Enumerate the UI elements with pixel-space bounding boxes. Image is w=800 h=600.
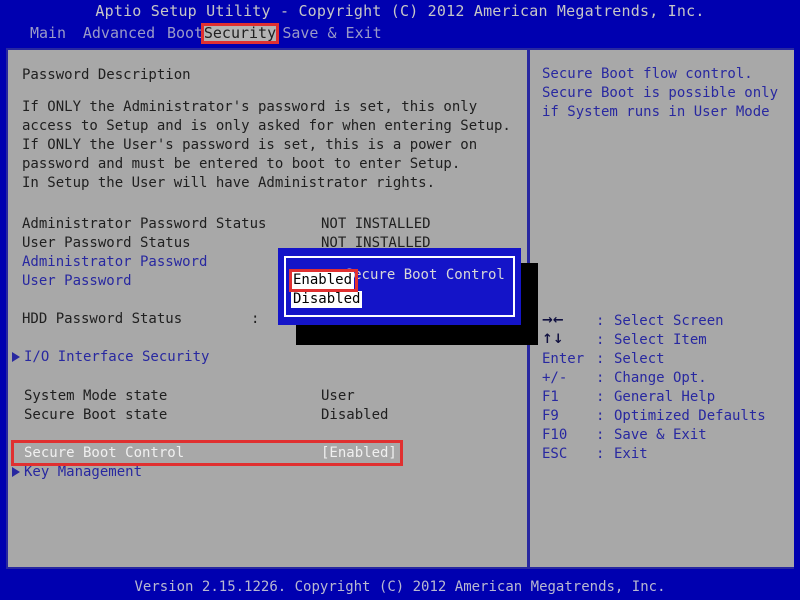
legend-desc-select: Select [614, 351, 665, 367]
legend-colon-1: : [596, 332, 605, 348]
description-line-1: If ONLY the Administrator's password is … [22, 99, 478, 115]
row-label-hdd-password-status: HDD Password Status [22, 311, 183, 327]
menu-item-advanced[interactable]: Advanced [79, 23, 159, 43]
bios-setup-screen: Aptio Setup Utility - Copyright (C) 2012… [0, 0, 800, 600]
secure-boot-control-popup: Secure Boot Control Enabled Disabled [278, 248, 521, 325]
description-line-3: If ONLY the User's password is set, this… [22, 137, 478, 153]
popup-option-disabled[interactable]: Disabled [291, 291, 363, 308]
legend-desc-general-help: General Help [614, 389, 716, 405]
section-title: Password Description [22, 67, 191, 83]
legend-key-f10: F10 [542, 427, 568, 443]
popup-title: Secure Boot Control [338, 267, 511, 283]
row-label-admin-password-status: Administrator Password Status [22, 216, 267, 232]
row-label-secure-boot-control[interactable]: Secure Boot Control [24, 444, 184, 462]
help-text-line-1: Secure Boot flow control. [542, 66, 753, 82]
description-line-4: password and must be entered to boot to … [22, 156, 461, 172]
legend-key-f9: F9 [542, 408, 559, 424]
legend-colon-4: : [596, 389, 605, 405]
legend-desc-change-opt: Change Opt. [614, 370, 707, 386]
triangle-right-icon-key-management [12, 467, 20, 477]
legend-desc-select-item: Select Item [614, 332, 707, 348]
menu-item-boot[interactable]: Boot [165, 23, 205, 43]
popup-option-enabled[interactable]: Enabled [291, 272, 355, 289]
legend-desc-select-screen: Select Screen [614, 313, 724, 329]
description-line-5: In Setup the User will have Administrato… [22, 175, 436, 191]
legend-key-plus-minus: +/- [542, 370, 568, 386]
row-value-system-mode-state: User [321, 388, 355, 404]
help-text-line-3: if System runs in User Mode [542, 104, 770, 120]
row-label-user-password-status: User Password Status [22, 235, 191, 251]
legend-key-esc: ESC [542, 446, 568, 462]
row-value-secure-boot-control[interactable]: [Enabled] [321, 444, 397, 462]
app-title: Aptio Setup Utility - Copyright (C) 2012… [0, 0, 800, 22]
row-label-secure-boot-state: Secure Boot state [24, 407, 168, 423]
legend-colon-6: : [596, 427, 605, 443]
legend-desc-exit: Exit [614, 446, 648, 462]
legend-colon-5: : [596, 408, 605, 424]
row-value-secure-boot-state: Disabled [321, 407, 389, 423]
row-value-hdd-password-status: : [251, 311, 260, 327]
menu-item-main[interactable]: Main [24, 23, 72, 43]
legend-colon-3: : [596, 370, 605, 386]
arrow-leftright-icon: →← [542, 313, 564, 328]
legend-colon-2: : [596, 351, 605, 367]
submenu-io-interface-security[interactable]: I/O Interface Security [24, 348, 209, 366]
triangle-right-icon-io-interface [12, 352, 20, 362]
legend-desc-save-exit: Save & Exit [614, 427, 707, 443]
row-user-password[interactable]: User Password [22, 272, 132, 290]
help-pane: Secure Boot flow control. Secure Boot is… [530, 50, 794, 567]
description-line-2: access to Setup and is only asked for wh… [22, 118, 511, 134]
menu-item-save-exit[interactable]: Save & Exit [282, 23, 382, 43]
menu-bar: Main Advanced Boot Security Save & Exit [0, 23, 800, 43]
legend-key-f1: F1 [542, 389, 559, 405]
menu-item-security[interactable]: Security [203, 23, 277, 43]
legend-key-enter: Enter [542, 351, 585, 367]
help-text-line-2: Secure Boot is possible only [542, 85, 779, 101]
row-label-system-mode-state: System Mode state [24, 388, 168, 404]
row-admin-password[interactable]: Administrator Password [22, 253, 207, 271]
legend-desc-optimized-defaults: Optimized Defaults [614, 408, 766, 424]
legend-colon-0: : [596, 313, 605, 329]
version-footer: Version 2.15.1226. Copyright (C) 2012 Am… [0, 574, 800, 600]
submenu-key-management[interactable]: Key Management [24, 463, 142, 481]
legend-colon-7: : [596, 446, 605, 462]
arrow-updown-icon: ↑↓ [542, 332, 564, 347]
row-value-admin-password-status: NOT INSTALLED [321, 216, 431, 232]
